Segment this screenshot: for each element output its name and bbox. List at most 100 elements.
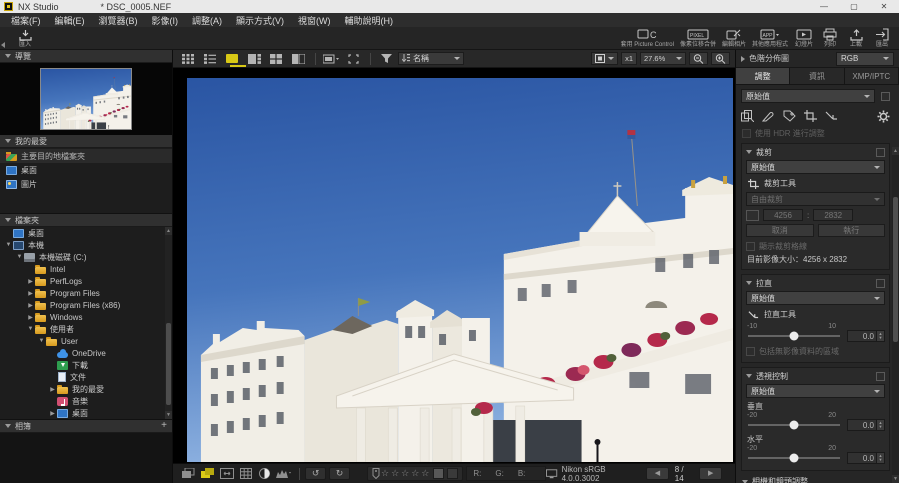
- tree-row[interactable]: ▶ Program Files (x86): [0, 299, 172, 311]
- navigation-thumbnail[interactable]: [40, 68, 132, 130]
- vertical-value[interactable]: 0.0: [847, 419, 877, 431]
- filmstrip-position-button[interactable]: [321, 52, 341, 66]
- image-canvas[interactable]: [173, 68, 735, 463]
- crop-cancel-button[interactable]: 取消: [746, 224, 814, 237]
- zoom-100-button[interactable]: x1: [621, 52, 637, 65]
- tree-row[interactable]: 桌面: [0, 227, 172, 239]
- menu-edit[interactable]: 編輯(E): [48, 13, 92, 27]
- scroll-down-icon[interactable]: ▼: [892, 475, 899, 483]
- slider-thumb[interactable]: [789, 453, 799, 463]
- list-view-button[interactable]: [200, 52, 220, 66]
- panel-scrollbar[interactable]: ▲ ▼: [892, 147, 899, 483]
- tree-row[interactable]: ▼ 本機: [0, 239, 172, 251]
- tree-row[interactable]: 下載: [0, 359, 172, 371]
- perspective-section-header[interactable]: 透視控制: [746, 370, 885, 382]
- crop-apply-button[interactable]: 執行: [817, 224, 885, 237]
- rotate-cw-button[interactable]: ↻: [329, 467, 350, 480]
- print-button[interactable]: 列印: [817, 27, 843, 49]
- menu-browser[interactable]: 瀏覽器(B): [92, 13, 145, 27]
- preset-checkbox[interactable]: [881, 91, 890, 101]
- crop-ratio-width-input[interactable]: [763, 209, 803, 221]
- favorite-destination-row[interactable]: 主要目的地檔案夾: [0, 149, 172, 163]
- crop-mode-dropdown[interactable]: 自由裁剪: [746, 192, 885, 206]
- horizontal-slider[interactable]: [748, 453, 840, 463]
- scroll-up-icon[interactable]: ▲: [892, 147, 899, 155]
- copy-adjustments-icon[interactable]: [741, 110, 754, 122]
- favorites-section-header[interactable]: 我的最愛: [0, 135, 172, 148]
- menu-view[interactable]: 顯示方式(V): [229, 13, 291, 27]
- image-with-filmstrip-view-button[interactable]: [244, 52, 264, 66]
- collapse-toolbar-icon[interactable]: [1, 42, 5, 48]
- star-2[interactable]: ☆: [391, 468, 399, 479]
- before-after-button[interactable]: [256, 467, 273, 481]
- histogram-overlay-button[interactable]: [275, 467, 292, 481]
- vertical-spinner[interactable]: ▲ ▼: [877, 419, 885, 431]
- adjustment-preset-dropdown[interactable]: 原始值: [741, 89, 875, 103]
- tree-row[interactable]: ▶ PerfLogs: [0, 275, 172, 287]
- crop-tool-button[interactable]: 裁剪工具: [748, 177, 885, 190]
- star-4[interactable]: ☆: [411, 468, 419, 479]
- import-button[interactable]: 匯入: [12, 27, 38, 49]
- perspective-preset-dropdown[interactable]: 原始值: [746, 384, 885, 398]
- filter-button[interactable]: [376, 52, 396, 66]
- add-label-icon[interactable]: [783, 110, 796, 122]
- thumbnail-grid-view-button[interactable]: [178, 52, 198, 66]
- scrollbar-thumb[interactable]: [166, 323, 171, 405]
- crop-enable-checkbox[interactable]: [876, 147, 885, 157]
- filmstrip-toggle-button[interactable]: [199, 467, 216, 481]
- straighten-section-header[interactable]: 拉直: [746, 277, 885, 289]
- crop-section-header[interactable]: 裁剪: [746, 146, 885, 158]
- camera-lens-group-header[interactable]: 相機和鏡頭調整: [742, 475, 890, 483]
- tree-row[interactable]: Intel: [0, 263, 172, 275]
- orientation-icon[interactable]: [746, 209, 759, 221]
- grid-overlay-button[interactable]: [237, 467, 254, 481]
- straighten-spinner[interactable]: ▲ ▼: [877, 330, 885, 342]
- tab-xmp-iptc[interactable]: XMP/IPTC: [844, 68, 899, 84]
- gear-icon[interactable]: [877, 110, 890, 123]
- label-toggle[interactable]: [447, 468, 459, 479]
- add-album-button[interactable]: +: [161, 421, 167, 431]
- next-image-button[interactable]: ▶: [699, 467, 723, 480]
- straighten-slider[interactable]: [748, 331, 840, 341]
- scroll-up-icon[interactable]: ▲: [165, 227, 172, 235]
- export-button[interactable]: 匯出: [869, 27, 895, 49]
- crop-preset-dropdown[interactable]: 原始值: [746, 160, 885, 174]
- gridlines-checkbox[interactable]: [746, 241, 755, 251]
- menu-window[interactable]: 視窗(W): [291, 13, 338, 27]
- tab-info[interactable]: 資訊: [790, 68, 845, 84]
- retouch-button[interactable]: 編輯相片: [719, 27, 749, 49]
- minimize-button[interactable]: —: [809, 0, 839, 13]
- straighten-enable-checkbox[interactable]: [876, 278, 885, 288]
- include-areas-checkbox[interactable]: [746, 346, 755, 356]
- straighten-icon[interactable]: [825, 110, 838, 122]
- protect-toggle[interactable]: [433, 468, 445, 479]
- tree-row[interactable]: ▼ 本機磁碟 (C:): [0, 251, 172, 263]
- pixel-shift-merge-button[interactable]: PIXEL 像素位移合併: [677, 27, 719, 49]
- rotate-ccw-button[interactable]: ↺: [305, 467, 327, 480]
- folders-section-header[interactable]: 檔案夾: [0, 214, 172, 227]
- tab-adjustments[interactable]: 調整: [736, 68, 791, 84]
- straighten-tool-button[interactable]: 拉直工具: [748, 308, 885, 321]
- maximize-button[interactable]: ▢: [839, 0, 869, 13]
- favorite-pictures-row[interactable]: 圖片: [0, 177, 172, 191]
- picture-control-button[interactable]: C 套用 Picture Control: [618, 27, 677, 49]
- menu-adjust[interactable]: 調整(A): [185, 13, 229, 27]
- tree-row[interactable]: 文件: [0, 371, 172, 383]
- horizontal-spinner[interactable]: ▲ ▼: [877, 452, 885, 464]
- tree-row[interactable]: ▶ 桌面: [0, 407, 172, 419]
- scroll-down-icon[interactable]: ▼: [165, 411, 172, 419]
- menu-image[interactable]: 影像(I): [145, 13, 186, 27]
- star-5[interactable]: ☆: [421, 468, 429, 479]
- favorite-desktop-row[interactable]: 桌面: [0, 163, 172, 177]
- slideshow-button[interactable]: 幻燈片: [791, 27, 817, 49]
- hdr-checkbox[interactable]: [742, 129, 751, 138]
- menu-file[interactable]: 檔案(F): [4, 13, 48, 27]
- tree-row[interactable]: ▼ 使用者: [0, 323, 172, 335]
- scrollbar-thumb[interactable]: [893, 197, 898, 342]
- star-1[interactable]: ☆: [381, 468, 389, 479]
- straighten-value[interactable]: 0.0: [847, 330, 877, 342]
- sort-dropdown[interactable]: 名稱: [398, 52, 464, 65]
- slider-thumb[interactable]: [789, 420, 799, 430]
- other-apps-button[interactable]: APP 其他應用程式: [749, 27, 791, 49]
- zoom-level-dropdown[interactable]: 27.6%: [640, 52, 686, 65]
